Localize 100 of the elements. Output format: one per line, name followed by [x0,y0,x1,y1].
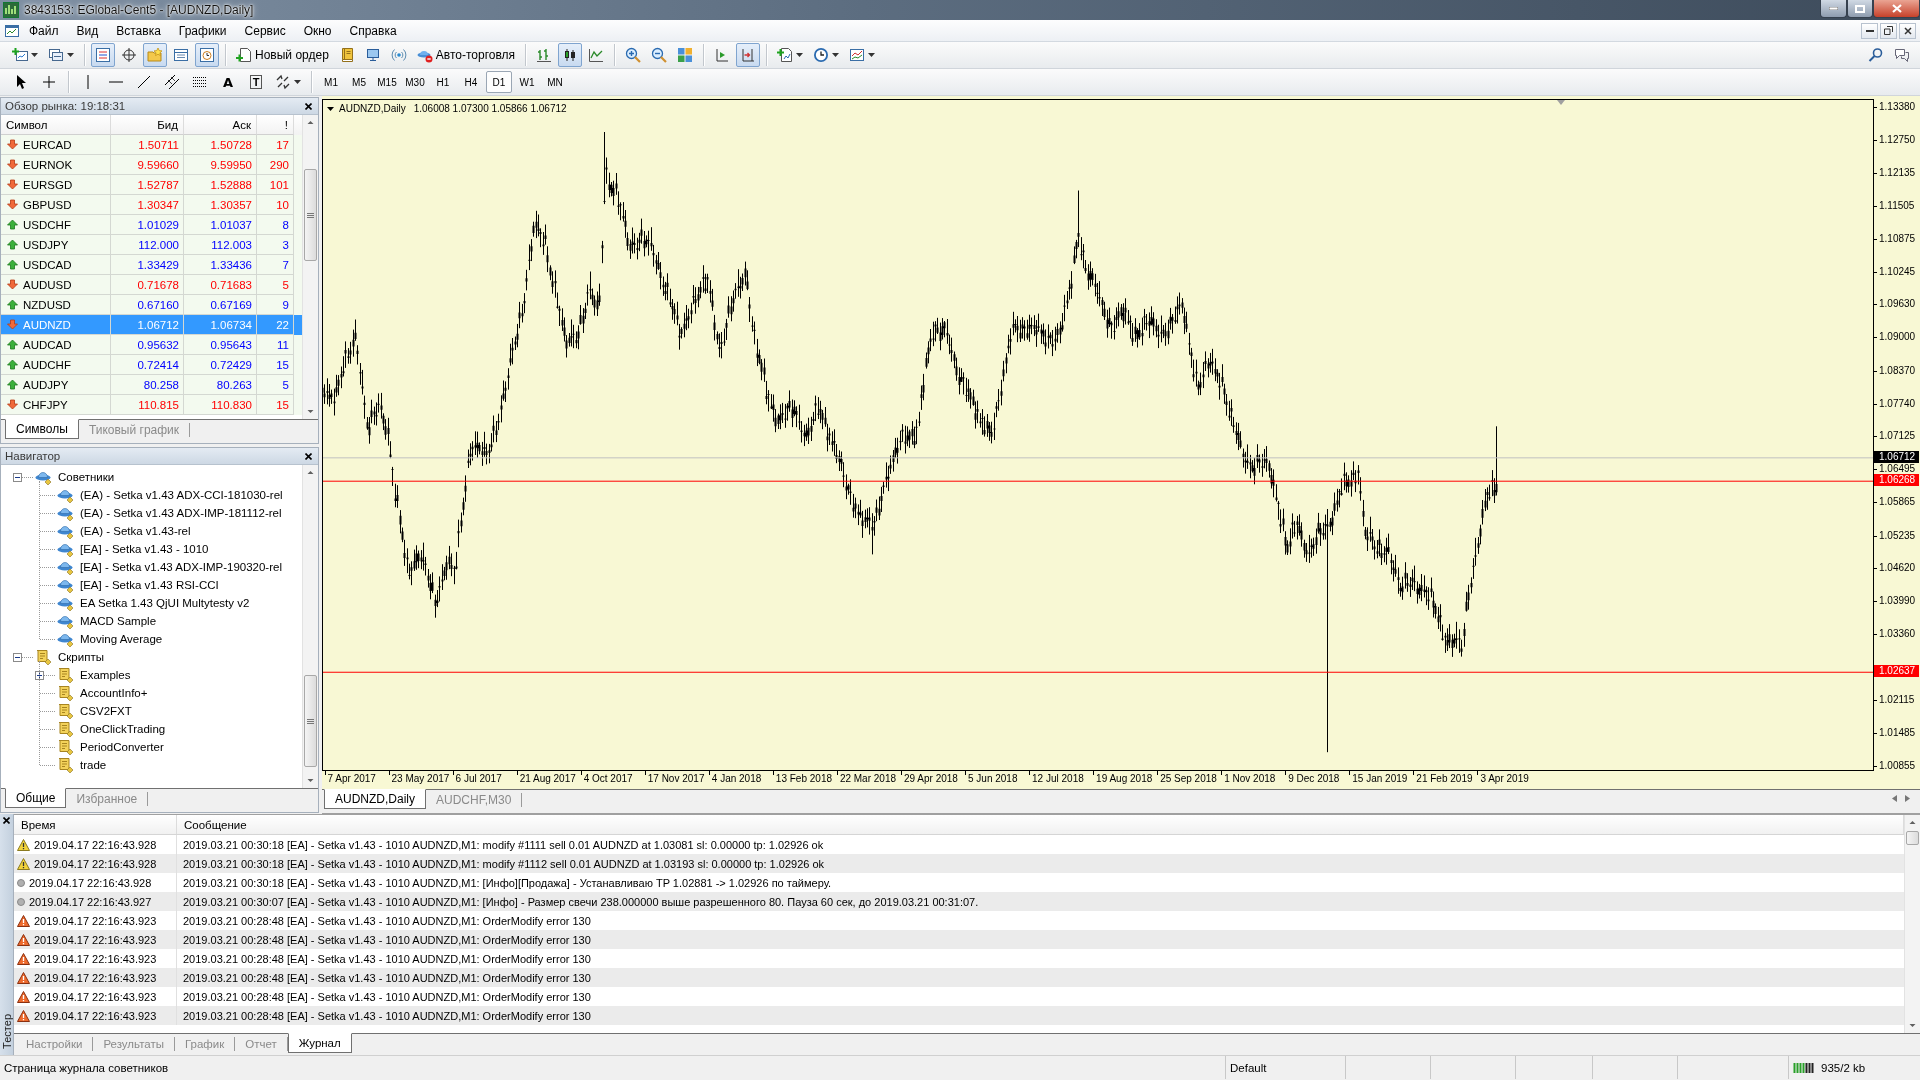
log-row[interactable]: 2019.04.17 22:16:43.928 2019.03.21 00:30:18 [EA] - Setka v1.43 - 1010 AUDNZD,M1: modify #1112 sell 0.01 AUDNZD at 1.03193 sl: 0.00000 tp: 1.02926 ok [14,854,1904,873]
tree-item[interactable]: trade [79,758,108,772]
table-row[interactable]: AUDJPY 80.258 80.263 5 [1,375,302,395]
menu-item[interactable]: Справка [340,20,406,41]
period-button[interactable]: M5 [346,71,372,93]
close-icon [3,817,10,824]
tree-item[interactable]: Скрипты [57,650,105,664]
restore-icon [1884,26,1893,35]
log-message: 2019.03.21 00:30:18 [EA] - Setka v1.43 - 1010 AUDNZD,M1: modify #1112 sell 0.01 AUDNZD at 1.03193 sl: 0.00000 tp: 1.02926 ok [182,857,825,870]
restore-button[interactable] [1880,22,1897,39]
tree-item[interactable]: [EA] - Setka v1.43 RSI-CCI [79,578,220,592]
table-row[interactable]: CHFJPY 110.815 110.830 15 [1,395,302,415]
tree-item[interactable]: OneClickTrading [79,722,167,736]
minimize-button[interactable] [1820,0,1847,18]
chart-tab[interactable]: AUDNZD,Daily [324,789,426,809]
tree-item[interactable]: (EA) - Setka v1.43 ADX-CCI-181030-rel [79,488,284,502]
scrollbar[interactable] [302,115,318,419]
period-button[interactable]: D1 [486,71,512,93]
tree-item[interactable]: EA Setka 1.43 QjUI Multytesty v2 [79,596,251,610]
tab[interactable]: Символы [5,419,79,439]
menu-item[interactable]: Окно [294,20,341,41]
table-cell: 110.815 [111,395,184,415]
symbol-text: NZDUSD [23,298,71,311]
menu-item[interactable]: Сервис [235,20,295,41]
table-row[interactable]: GBPUSD 1.30347 1.30357 10 [1,195,302,215]
table-row[interactable]: AUDUSD 0.71678 0.71683 5 [1,275,302,295]
symbol-text: EURNOK [23,158,73,171]
period-button[interactable]: W1 [514,71,540,93]
table-row[interactable]: USDCHF 1.01029 1.01037 8 [1,215,302,235]
menu-item[interactable]: Вид [67,20,108,41]
period-button[interactable]: H4 [458,71,484,93]
log-row[interactable]: 2019.04.17 22:16:43.923 2019.03.21 00:28:48 [EA] - Setka v1.43 - 1010 AUDNZD,M1: OrderModify error 130 [14,1006,1904,1025]
close-button[interactable] [1873,0,1920,18]
minimize-button[interactable] [1861,22,1878,39]
period-button[interactable]: M1 [318,71,344,93]
period-button[interactable]: M15 [374,71,400,93]
axis-arrow-icon [740,47,757,63]
table-row[interactable]: NZDUSD 0.67160 0.67169 9 [1,295,302,315]
table-row[interactable]: USDJPY 112.000 112.003 3 [1,235,302,255]
table-row[interactable]: USDCAD 1.33429 1.33436 7 [1,255,302,275]
tree-item[interactable]: CSV2FXT [79,704,133,718]
symbol-text: AUDCAD [23,338,72,351]
toolbar-button[interactable]: Новый ордер [232,43,333,67]
log-time: 2019.04.17 22:16:43.928 [29,876,152,889]
tree-item[interactable]: MACD Sample [79,614,158,628]
table-row[interactable]: AUDCHF 0.72414 0.72429 15 [1,355,302,375]
log-time: 2019.04.17 22:16:43.928 [34,857,157,870]
date-tick: 4 Oct 2017 [580,773,633,785]
tree-item[interactable]: PeriodConverter [79,740,165,754]
level-price-label: 1.06268 [1874,474,1920,487]
menu-item[interactable]: Файл [20,20,68,41]
table-row[interactable]: EURSGD 1.52787 1.52888 101 [1,175,302,195]
menu-item[interactable]: Вставка [107,20,170,41]
traffic-text: 935/2 kb [1821,1061,1866,1074]
vertical-line-icon [87,75,89,89]
panel-title: Обзор рынка: 19:18:31 [5,100,126,112]
text-tool-button[interactable]: A [215,70,241,94]
date-tick: 5 Jun 2018 [965,773,1018,785]
scrollbar[interactable] [1904,815,1920,1033]
table-row[interactable]: EURNOK 9.59660 9.59950 290 [1,155,302,175]
period-button[interactable]: H1 [430,71,456,93]
scrollbar[interactable] [302,465,318,788]
table-row[interactable]: AUDCAD 0.95632 0.95643 11 [1,335,302,355]
tree-item[interactable]: AccountInfo+ [79,686,149,700]
scroll-thumb[interactable] [1906,831,1919,845]
log-row[interactable]: 2019.04.17 22:16:43.927 2019.03.21 00:30:07 [EA] - Setka v1.43 - 1010 AUDNZD,M1: [Инфо] - Размер свечи 238.000000 выше разрешенного 80. Пауза 60 сек, до 2019.03.21 00:31:07. [14,892,1904,911]
close-button[interactable] [303,100,314,112]
close-button[interactable] [303,450,314,462]
tree-item[interactable]: (EA) - Setka v1.43 ADX-IMP-181112-rel [79,506,283,520]
toolbar-button[interactable] [558,43,583,67]
log-message: 2019.03.21 00:28:48 [EA] - Setka v1.43 - 1010 AUDNZD,M1: OrderModify error 130 [182,1009,591,1022]
close-button[interactable] [3,817,10,824]
column-header[interactable]: Время [14,815,177,834]
tree-item[interactable]: Moving Average [79,632,164,646]
log-row[interactable]: 2019.04.17 22:16:43.923 2019.03.21 00:28:48 [EA] - Setka v1.43 - 1010 AUDNZD,M1: OrderModify error 130 [14,930,1904,949]
tab[interactable]: Общие [5,788,67,808]
tree-item[interactable]: Советники [57,470,116,484]
scroll-thumb[interactable] [304,169,317,261]
clock-icon [813,47,830,63]
period-button[interactable]: MN [542,71,568,93]
price-tick: 1.03360 [1874,628,1916,641]
maximize-button[interactable] [1847,0,1873,18]
scroll-thumb[interactable] [304,675,317,767]
menu-item[interactable]: Графики [169,20,236,41]
symbol-text: AUDCHF [23,358,71,371]
minimize-icon [1829,7,1838,10]
toolbar-button[interactable]: Авто-торговля [412,43,520,67]
symbol-text: USDCAD [23,258,72,271]
hat-icon [57,577,75,593]
label-tool-button[interactable]: T [243,70,269,94]
period-button[interactable]: M30 [402,71,428,93]
tree-item[interactable]: [EA] - Setka v1.43 - 1010 [79,542,210,556]
price-tick: 1.05865 [1874,496,1916,509]
date-tick: 21 Aug 2017 [516,773,576,785]
tree-item[interactable]: [EA] - Setka v1.43 ADX-IMP-190320-rel [79,560,283,574]
log-row[interactable]: 2019.04.17 22:16:43.923 2019.03.21 00:28:48 [EA] - Setka v1.43 - 1010 AUDNZD,M1: OrderModify error 130 [14,968,1904,987]
tab[interactable]: Журнал [287,1033,352,1053]
table-row[interactable]: EURCAD 1.50711 1.50728 17 [1,135,302,155]
tree-item[interactable]: (EA) - Setka v1.43-rel [79,524,192,538]
tree-item[interactable]: Examples [79,668,132,682]
